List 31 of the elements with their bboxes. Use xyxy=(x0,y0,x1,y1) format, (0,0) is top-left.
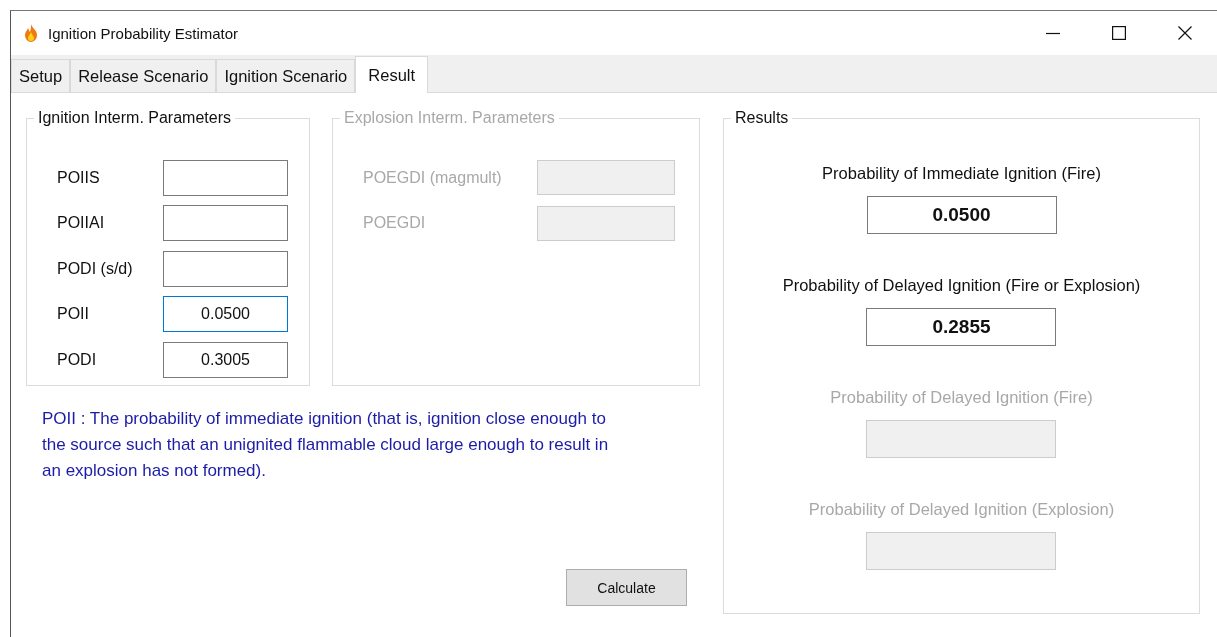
tab[interactable]: Result xyxy=(355,56,429,93)
result-label: Probability of Delayed Ignition (Explosion) xyxy=(808,499,1115,520)
input-field[interactable]: 0.0500 xyxy=(163,296,288,333)
tab[interactable]: Ignition Scenario xyxy=(216,59,356,92)
field-label: POEGDI xyxy=(363,214,427,233)
group-title: Explosion Interm. Parameters xyxy=(343,109,556,127)
result-field: 0.2855 xyxy=(866,308,1057,346)
field-label: PODI (s/d) xyxy=(57,259,134,278)
close-icon[interactable] xyxy=(1178,26,1192,40)
flame-icon xyxy=(24,24,38,42)
input-field[interactable] xyxy=(163,159,288,196)
field-label: PODI xyxy=(57,350,98,369)
calculate-button[interactable]: Calculate xyxy=(566,569,687,606)
group-title: Results xyxy=(734,109,790,127)
field-label: POEGDI (magmult) xyxy=(363,168,503,187)
tab[interactable]: Release Scenario xyxy=(70,59,217,92)
field-label: POIIS xyxy=(57,168,101,187)
tab[interactable]: Setup xyxy=(11,59,71,92)
field-label: POII xyxy=(57,305,90,324)
result-label: Probability of Delayed Ignition (Fire) xyxy=(830,387,1093,408)
result-field: 0.0500 xyxy=(866,196,1057,234)
help-text: POII : The probability of immediate ignition (that is, ignition close enough to the source such that an unignited flammable cloud large enough to result in an explosion has not formed). xyxy=(42,408,610,482)
result-label: Probability of Delayed Ignition (Fire or Explosion) xyxy=(782,275,1141,296)
field-label: POIIAI xyxy=(57,214,106,233)
maximize-icon[interactable] xyxy=(1112,26,1126,40)
window-title: Ignition Probability Estimator xyxy=(48,24,239,42)
input-field[interactable] xyxy=(163,205,288,242)
group-title: Ignition Interm. Parameters xyxy=(37,109,232,127)
input-field[interactable] xyxy=(163,250,288,287)
result-label: Probability of Immediate Ignition (Fire) xyxy=(822,163,1101,184)
input-field[interactable]: 0.3005 xyxy=(163,341,288,378)
